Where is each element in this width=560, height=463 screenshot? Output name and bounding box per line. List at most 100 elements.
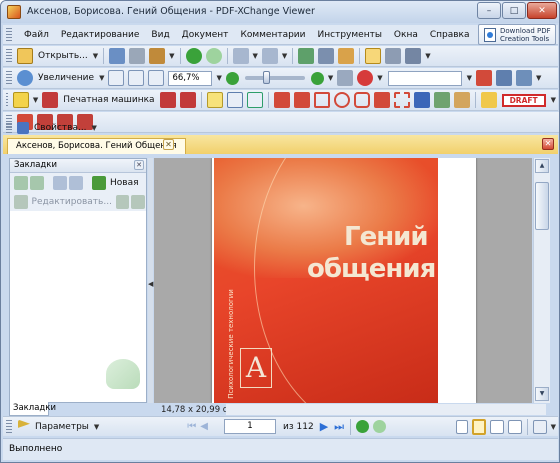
pencil-icon[interactable] [433,92,450,108]
forward-icon[interactable] [205,48,222,64]
stamp-preview[interactable]: DRAFT [501,93,546,107]
first-page-icon[interactable]: ⏮ [187,421,196,432]
strikeout-icon[interactable] [226,92,243,108]
chevron-down-icon[interactable]: ▼ [33,96,38,104]
menu-file[interactable]: Файл [18,30,55,40]
zoom-value-field[interactable]: 66,7% [168,70,213,86]
collapse-icon[interactable] [30,175,44,190]
chevron-down-icon[interactable]: ▼ [328,74,333,82]
document-view[interactable]: Гений общения Психологические технологии… [154,158,532,403]
zoom-in-icon[interactable] [53,175,67,190]
chevron-down-icon[interactable]: ▼ [282,52,287,60]
toolbar-grip[interactable] [6,123,12,133]
zoom-icon[interactable] [17,70,33,86]
fit-width-icon[interactable] [148,70,165,86]
toolbar-grip[interactable] [6,93,8,107]
rotate-view-icon[interactable] [532,419,547,434]
properties-button-label[interactable]: Свойства... [34,123,87,133]
menu-view[interactable]: Вид [145,30,175,40]
menu-windows[interactable]: Окна [388,30,424,40]
save-icon[interactable] [109,48,126,64]
redo-icon[interactable] [261,48,278,64]
textbox-icon[interactable] [159,92,176,108]
zoom-in-icon[interactable] [310,71,324,85]
paste-icon[interactable] [318,48,335,64]
scrollbar-thumb[interactable] [535,182,549,230]
last-page-icon[interactable]: ⏭ [334,420,344,434]
chevron-down-icon[interactable]: ▼ [536,74,541,82]
expand-icon[interactable] [14,175,28,190]
menu-comments[interactable]: Комментарии [234,30,311,40]
edit-bookmark-icon[interactable] [14,194,28,209]
arrow-icon[interactable] [273,92,290,108]
attach-icon[interactable] [149,48,166,64]
nav-forward-icon[interactable] [373,420,387,433]
facing-pages-icon[interactable] [489,419,504,434]
toolbar-grip[interactable] [6,419,12,434]
undo-icon[interactable] [232,48,249,64]
horizontal-scrollbar[interactable] [226,404,546,415]
print-icon[interactable] [129,48,146,64]
chevron-down-icon[interactable]: ▼ [92,124,97,132]
edit-bookmark-button-label[interactable]: Редактировать... [32,197,112,207]
options-button-label[interactable]: Параметры [35,422,89,432]
chevron-down-icon[interactable]: ▼ [253,52,258,60]
chevron-down-icon[interactable]: ▼ [93,52,98,60]
toolbar-grip[interactable] [6,71,12,85]
continuous-facing-icon[interactable] [507,419,522,434]
find-next-icon[interactable] [496,70,513,86]
move-down-icon[interactable] [131,194,145,209]
binoculars-icon[interactable] [337,70,354,86]
menu-document[interactable]: Документ [176,30,235,40]
cloud-icon[interactable] [393,92,410,108]
chevron-down-icon[interactable]: ▼ [551,423,556,431]
bookmarks-panel-tab[interactable]: Закладки [9,402,56,416]
chevron-down-icon[interactable]: ▼ [467,74,472,82]
single-page-icon[interactable] [455,419,468,434]
sticky-note-icon[interactable] [12,92,29,108]
menu-edit[interactable]: Редактирование [55,30,146,40]
typewriter-button-label[interactable]: Печатная машинка [63,95,154,105]
close-tab-icon[interactable]: ✕ [163,139,174,150]
zoom-slider[interactable] [244,71,305,84]
page-number-input[interactable]: 1 [224,419,276,434]
next-page-icon[interactable]: ▶ [320,420,328,433]
toolbar-grip[interactable] [6,49,12,63]
chevron-down-icon[interactable]: ▼ [94,423,99,431]
callout-icon[interactable] [179,92,196,108]
toolbar-grip[interactable] [6,27,12,42]
close-button[interactable]: ✕ [527,2,557,19]
pin-icon[interactable] [413,92,430,108]
stamp-icon[interactable] [480,92,497,108]
options-icon[interactable] [516,70,533,86]
snapshot-icon[interactable] [405,48,422,64]
scroll-down-icon[interactable]: ▼ [535,387,549,401]
nav-back-icon[interactable] [356,420,370,433]
panel-splitter[interactable]: ◀ [148,158,153,403]
find-icon[interactable] [338,48,355,64]
move-up-icon[interactable] [115,194,130,209]
scroll-up-icon[interactable]: ▲ [535,159,549,173]
new-bookmark-icon[interactable] [92,175,106,190]
open-folder-icon[interactable] [17,48,33,64]
previous-page-icon[interactable]: ◀ [200,421,208,432]
zoom-slider-thumb[interactable] [262,71,270,84]
zoom-out-icon[interactable] [69,175,83,190]
typewriter-icon[interactable] [42,92,59,108]
chevron-down-icon[interactable]: ▼ [377,74,382,82]
chevron-down-icon[interactable]: ▼ [216,74,221,82]
chevron-down-icon[interactable]: ▼ [551,96,556,104]
collapse-arrow-icon[interactable]: ◀ [148,280,153,288]
select-text-icon[interactable] [385,48,402,64]
menu-tools[interactable]: Инструменты [312,30,388,40]
minimize-button[interactable]: – [477,2,501,19]
zoom-out-icon[interactable] [225,71,239,85]
line-icon[interactable] [293,92,310,108]
oval-icon[interactable] [333,92,350,108]
vertical-scrollbar[interactable]: ▲ ▼ [533,158,550,403]
chevron-down-icon[interactable]: ▼ [169,52,174,60]
zoom-button-label[interactable]: Увеличение [38,73,94,83]
highlight-icon[interactable] [206,92,223,108]
chevron-down-icon[interactable]: ▼ [425,52,430,60]
open-button-label[interactable]: Открыть... [38,51,88,61]
